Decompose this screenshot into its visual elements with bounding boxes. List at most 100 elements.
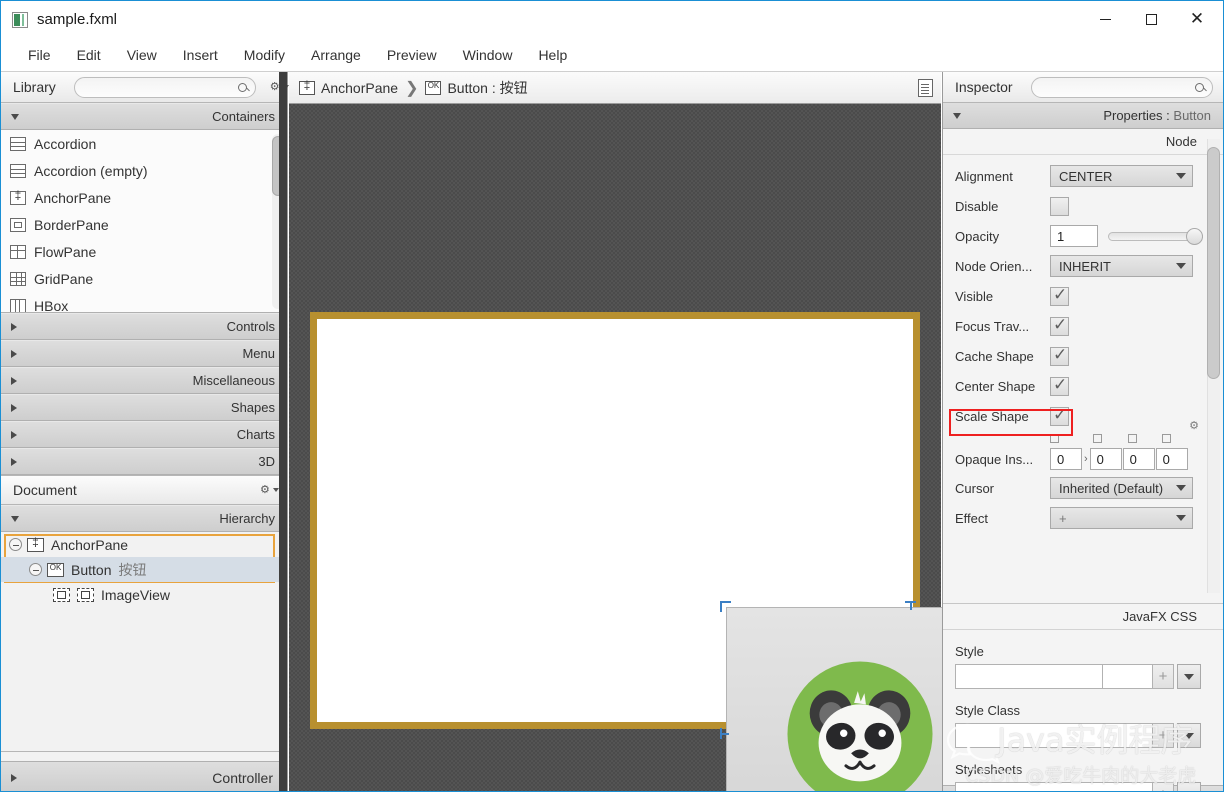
tree-node-button[interactable]: Button 按钮	[1, 557, 287, 582]
cursor-combobox[interactable]: Inherited (Default)	[1050, 477, 1193, 499]
menu-modify[interactable]: Modify	[231, 43, 298, 67]
hierarchy-section-header[interactable]: Hierarchy	[1, 505, 287, 532]
style-dropdown-button[interactable]	[1177, 664, 1201, 689]
property-label: Node Orien...	[955, 258, 1033, 274]
library-section-miscellaneous[interactable]: Miscellaneous	[1, 367, 287, 394]
menu-arrange[interactable]: Arrange	[298, 43, 374, 67]
breadcrumb-item-anchorpane[interactable]: AnchorPane	[321, 80, 398, 96]
style-add-button[interactable]: +	[1153, 664, 1174, 689]
resize-handle-middle-left[interactable]	[720, 728, 731, 739]
inset-bottom-toggle[interactable]	[1128, 433, 1137, 443]
document-title: Document	[13, 482, 77, 498]
disable-checkbox[interactable]	[1050, 196, 1069, 216]
node-orientation-combobox[interactable]: INHERIT	[1050, 255, 1193, 277]
hierarchy-tree[interactable]: AnchorPane Button 按钮 ImageView	[1, 532, 287, 752]
library-section-menu[interactable]: Menu	[1, 340, 287, 367]
style-class-input[interactable]	[955, 723, 1153, 748]
inspector-scrollbar-thumb[interactable]	[1207, 147, 1220, 379]
style-class-dropdown-button[interactable]	[1177, 723, 1201, 748]
library-item-accordion-empty[interactable]: Accordion (empty)	[1, 157, 287, 184]
menu-window[interactable]: Window	[450, 43, 526, 67]
menu-help[interactable]: Help	[525, 43, 580, 67]
tree-node-anchorpane[interactable]: AnchorPane	[1, 532, 287, 557]
inspector-title: Inspector	[955, 79, 1013, 95]
gear-icon[interactable]: ⚙	[1189, 419, 1199, 432]
scale-shape-checkbox[interactable]	[1050, 405, 1069, 426]
alignment-combobox[interactable]: CENTER	[1050, 165, 1193, 187]
maximize-button[interactable]	[1128, 1, 1174, 38]
section-label: Miscellaneous	[192, 373, 275, 388]
style-class-add-button[interactable]: +	[1153, 723, 1174, 748]
opaque-inset-left-input[interactable]: 0	[1155, 448, 1188, 470]
library-section-3d[interactable]: 3D	[1, 448, 287, 475]
center-shape-checkbox[interactable]	[1050, 375, 1069, 396]
properties-title: Properties : Button	[1103, 108, 1211, 123]
library-item-flowpane[interactable]: FlowPane	[1, 238, 287, 265]
hbox-icon	[10, 298, 26, 312]
minimize-button[interactable]	[1082, 1, 1128, 38]
library-section-shapes[interactable]: Shapes	[1, 394, 287, 421]
menu-file[interactable]: File	[15, 43, 64, 67]
resize-handle-top-center[interactable]	[905, 601, 916, 612]
opacity-input[interactable]: 1	[1050, 225, 1098, 247]
gear-icon[interactable]: ⚙	[260, 484, 271, 496]
anchorpane-icon	[299, 78, 315, 95]
breadcrumb-item-button[interactable]: Button : 按钮	[447, 78, 527, 98]
library-item-list[interactable]: Accordion Accordion (empty) AnchorPane B…	[1, 130, 287, 313]
close-button[interactable]: ✕	[1174, 1, 1220, 38]
stylesheets-dropdown-button[interactable]	[1177, 782, 1201, 791]
library-item-borderpane[interactable]: BorderPane	[1, 211, 287, 238]
document-view-icon[interactable]	[918, 78, 933, 97]
properties-section-header[interactable]: Properties : Button	[943, 103, 1223, 129]
library-search-box[interactable]	[73, 76, 256, 98]
library-item-label: BorderPane	[34, 216, 109, 233]
inspector-properties-body[interactable]: Node Alignment CENTER Disable Opacity 1	[943, 129, 1223, 604]
library-section-containers[interactable]: Containers	[1, 103, 287, 130]
library-item-gridpane[interactable]: GridPane	[1, 265, 287, 292]
library-item-hbox[interactable]: HBox	[1, 292, 287, 312]
opaque-inset-top-input[interactable]: 0	[1050, 448, 1082, 470]
stylesheets-input[interactable]	[955, 782, 1153, 791]
stage-anchorpane[interactable]: 按钮	[310, 312, 1100, 791]
menu-view[interactable]: View	[114, 43, 170, 67]
controller-section-header[interactable]: Controller	[1, 761, 287, 791]
style-input[interactable]	[955, 664, 1103, 689]
property-label: Visible	[955, 288, 994, 304]
inset-right-toggle[interactable]	[1093, 433, 1102, 443]
opaque-inset-bottom-input[interactable]: 0	[1122, 448, 1155, 470]
collapse-icon[interactable]	[29, 563, 42, 576]
inspector-search-input[interactable]	[1039, 80, 1195, 94]
fxml-file-icon	[12, 11, 28, 28]
menu-edit[interactable]: Edit	[64, 43, 114, 67]
menu-insert[interactable]: Insert	[170, 43, 231, 67]
slider-knob[interactable]	[1186, 227, 1203, 245]
library-item-accordion[interactable]: Accordion	[1, 130, 287, 157]
opaque-inset-right-input[interactable]: 0	[1089, 448, 1122, 470]
left-panel-scrollbar[interactable]	[279, 72, 287, 791]
effect-combobox[interactable]: +	[1050, 507, 1193, 529]
property-row-opaque-insets: Opaque Ins... 0 › 0 0 0	[943, 445, 1223, 473]
visible-checkbox[interactable]	[1050, 285, 1069, 306]
menu-preview[interactable]: Preview	[374, 43, 450, 67]
library-item-anchorpane[interactable]: AnchorPane	[1, 184, 287, 211]
design-canvas[interactable]: 按钮	[289, 104, 1100, 791]
node-subsection-label: Node	[943, 129, 1223, 155]
properties-prefix: Properties :	[1103, 108, 1174, 123]
library-section-controls[interactable]: Controls	[1, 313, 287, 340]
library-section-charts[interactable]: Charts	[1, 421, 287, 448]
inspector-search-box[interactable]	[1030, 76, 1213, 98]
style-extra-input[interactable]	[1103, 664, 1153, 689]
opacity-slider[interactable]	[1108, 225, 1203, 247]
library-item-label: FlowPane	[34, 243, 97, 260]
section-label: Containers	[212, 109, 275, 124]
collapse-icon[interactable]	[9, 538, 22, 551]
stylesheets-add-button[interactable]: +	[1153, 782, 1174, 791]
inset-top-toggle[interactable]	[1050, 433, 1059, 443]
property-label: Focus Trav...	[955, 318, 1030, 334]
focus-traversable-checkbox[interactable]	[1050, 315, 1069, 336]
library-search-input[interactable]	[82, 80, 238, 94]
cache-shape-checkbox[interactable]	[1050, 345, 1069, 366]
resize-handle-top-left[interactable]	[720, 601, 731, 612]
inset-left-toggle[interactable]	[1162, 433, 1171, 443]
tree-node-imageview[interactable]: ImageView	[1, 582, 287, 607]
